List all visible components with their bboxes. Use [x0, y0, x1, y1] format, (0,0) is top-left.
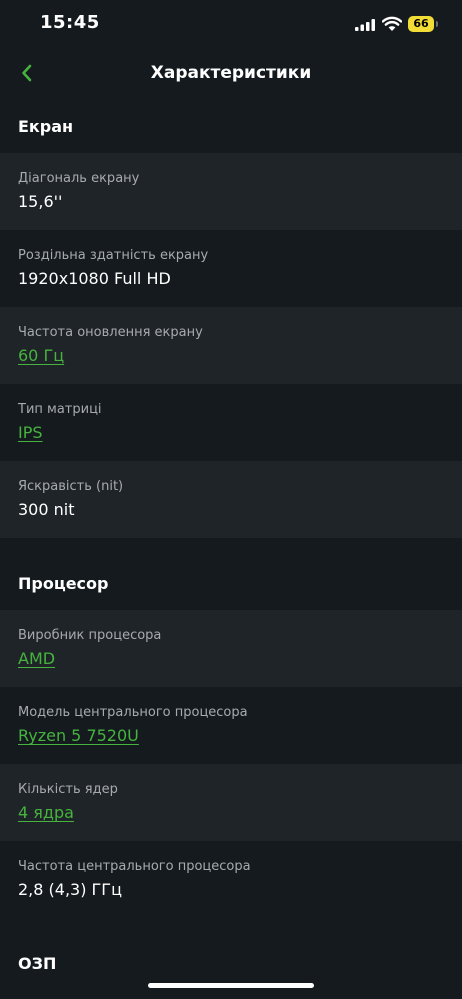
spec-label: Частота оновлення екрану — [18, 325, 203, 340]
spec-row-cpu-frequency: Частота центрального процесора 2,8 (4,3)… — [0, 841, 462, 918]
spec-row-matrix-type: Тип матриці IPS — [0, 384, 462, 461]
signal-icon — [355, 19, 375, 31]
spec-row-brightness: Яскравість (nit) 300 nit — [0, 461, 462, 538]
spec-value: 2,8 (4,3) ГГц — [18, 880, 122, 899]
spec-row-resolution: Роздільна здатність екрану 1920x1080 Ful… — [0, 230, 462, 307]
spec-label: Тип матриці — [18, 402, 102, 417]
spec-row-refresh-rate: Частота оновлення екрану 60 Гц — [0, 307, 462, 384]
spec-value: 15,6'' — [18, 192, 63, 211]
wifi-icon — [382, 16, 402, 31]
spec-label: Виробник процесора — [18, 628, 162, 643]
spec-label: Діагональ екрану — [18, 171, 140, 186]
spec-label: Кількість ядер — [18, 782, 118, 797]
spec-label: Модель центрального процесора — [18, 705, 248, 720]
spec-value: 300 nit — [18, 500, 75, 519]
status-time: 15:45 — [40, 12, 100, 33]
spec-row-cpu-model: Модель центрального процесора Ryzen 5 75… — [0, 687, 462, 764]
page-title: Характеристики — [150, 63, 312, 83]
spec-row-cpu-vendor: Виробник процесора AMD — [0, 610, 462, 687]
home-indicator[interactable] — [148, 983, 314, 988]
spec-value-link[interactable]: AMD — [18, 649, 55, 668]
battery-icon: 66 — [408, 16, 438, 32]
nav-header: Характеристики — [0, 50, 462, 100]
spec-row-diagonal: Діагональ екрану 15,6'' — [0, 153, 462, 230]
spec-value-link[interactable]: IPS — [18, 423, 43, 442]
spec-label: Частота центрального процесора — [18, 859, 251, 874]
spec-value: 1920x1080 Full HD — [18, 269, 171, 288]
battery-tip — [436, 21, 438, 27]
battery-level: 66 — [408, 16, 434, 32]
spec-row-core-count: Кількість ядер 4 ядра — [0, 764, 462, 841]
spec-value-link[interactable]: 4 ядра — [18, 803, 74, 822]
spec-value-link[interactable]: Ryzen 5 7520U — [18, 726, 139, 745]
section-title-processor: Процесор — [18, 574, 109, 593]
spec-label: Яскравість (nit) — [18, 479, 124, 494]
spec-value-link[interactable]: 60 Гц — [18, 346, 64, 365]
section-title-screen: Екран — [18, 117, 74, 136]
status-bar: 15:45 66 — [0, 0, 462, 50]
section-title-ram: ОЗП — [18, 954, 57, 973]
spec-label: Роздільна здатність екрану — [18, 248, 209, 263]
